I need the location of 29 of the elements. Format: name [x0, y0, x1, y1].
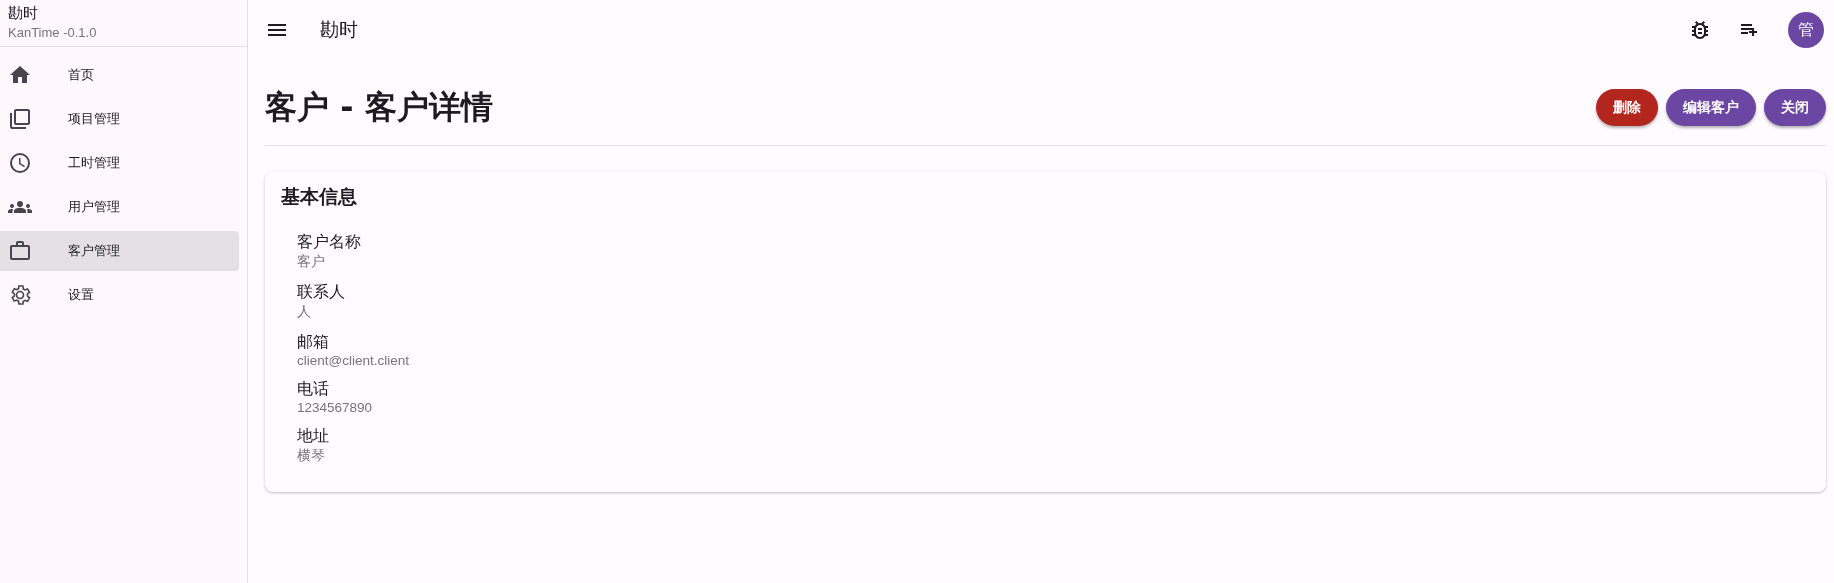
field-value: 横琴: [297, 447, 326, 465]
sidebar-item[interactable]: 项目管理: [0, 99, 239, 139]
app-version: KanTime -0.1.0: [8, 25, 98, 40]
sidebar-item[interactable]: 用户管理: [0, 187, 239, 227]
user-avatar[interactable]: 管: [1788, 12, 1824, 48]
sidebar-item[interactable]: 工时管理: [0, 143, 239, 183]
field-label: 邮箱: [297, 332, 330, 353]
card-title: 基本信息: [281, 184, 358, 209]
briefcase-icon: [8, 239, 32, 263]
folders-icon: [8, 107, 32, 131]
settings-icon: [8, 283, 32, 307]
sidebar-item[interactable]: 客户管理: [0, 231, 239, 271]
sidebar-item[interactable]: 设置: [0, 275, 239, 315]
field-label: 电话: [297, 379, 330, 400]
page-title: 客户 - 客户详情: [265, 86, 493, 128]
field-value: 人: [297, 303, 312, 321]
field-value: 1234567890: [297, 400, 374, 415]
page-header-title: 勘时: [320, 17, 359, 42]
sidebar-item[interactable]: 首页: [0, 55, 239, 95]
field-label: 客户名称: [297, 232, 362, 253]
app-name: 勘时: [8, 4, 39, 23]
field-label: 地址: [297, 426, 330, 447]
action-button[interactable]: 编辑客户: [1666, 89, 1756, 126]
field-value: client@client.client: [297, 353, 410, 368]
clock-icon: [8, 151, 32, 175]
field-value: 客户: [297, 253, 326, 271]
action-button[interactable]: 关闭: [1764, 89, 1826, 126]
field-label: 联系人: [297, 282, 346, 303]
delete-button[interactable]: 删除: [1596, 89, 1658, 126]
